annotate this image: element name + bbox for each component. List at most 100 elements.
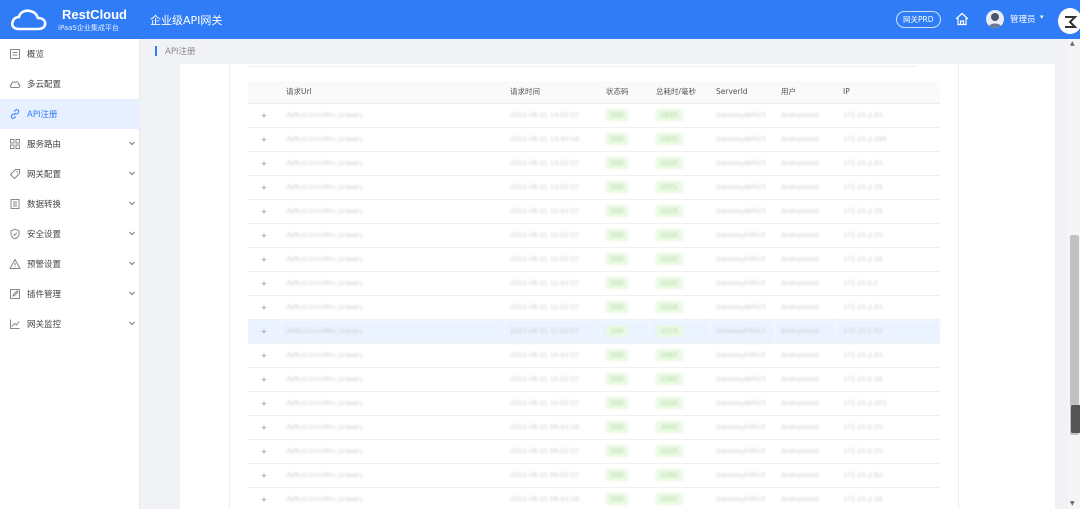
table-row[interactable]: +/leftc/v1/vmfhn_crrpqru 2023-08-31 10:22…: [248, 367, 940, 392]
cell-url: /leftc/v1/vmfhn_crrpqru: [280, 151, 504, 176]
side-drawer-handle[interactable]: [1071, 405, 1080, 433]
grid-icon: [10, 139, 20, 149]
status-badge: 200: [606, 325, 629, 337]
cell-time: 2023-08-31 11:02:57: [504, 319, 600, 344]
column-header-status: 状态码: [600, 81, 650, 104]
sidebar-item-multicloud[interactable]: 多云配置: [0, 69, 140, 99]
expand-row-button[interactable]: +: [248, 103, 280, 128]
avatar[interactable]: [986, 10, 1004, 28]
sidebar-item-api-register[interactable]: API注册: [0, 99, 140, 129]
cell-duration: 2815: [650, 103, 710, 128]
sidebar-item-security[interactable]: 安全设置: [0, 219, 140, 249]
duration-badge: 2124: [656, 301, 683, 313]
cell-serverid: GatewayF0913: [710, 415, 775, 440]
cell-status: 200: [600, 247, 650, 272]
table-row[interactable]: +/leftc/v1/vmfhn_crrpqru 2023-08-31 09:02…: [248, 463, 940, 488]
cell-status: 200: [600, 103, 650, 128]
cell-ip: 172.22.2.39: [837, 175, 940, 200]
table-row[interactable]: +/leftc/v1/vmfhn_crrpqru 2023-08-31 12:42…: [248, 199, 940, 224]
sidebar-item-overview[interactable]: 概览: [0, 39, 140, 69]
breadcrumb-marker: [155, 46, 157, 56]
cell-url: /leftc/v1/vmfhn_crrpqru: [280, 175, 504, 200]
expand-row-button[interactable]: +: [248, 271, 280, 296]
scroll-down-icon[interactable]: ▼: [1070, 500, 1075, 507]
cell-user: Anonymous: [775, 127, 837, 152]
status-badge: 200: [606, 229, 629, 241]
table-row[interactable]: +/leftc/v1/vmfhn_crrpqru 2023-08-31 11:42…: [248, 271, 940, 296]
cell-serverid: GatewayF0913: [710, 439, 775, 464]
cell-ip: 172.22.0.15: [837, 415, 940, 440]
cell-time: 2023-08-31 12:42:57: [504, 199, 600, 224]
duration-badge: 2245: [656, 277, 683, 289]
expand-row-button[interactable]: +: [248, 343, 280, 368]
expand-row-button[interactable]: +: [248, 367, 280, 392]
sidebar-item-service-route[interactable]: 服务路由: [0, 129, 140, 159]
cell-user: Anonymous: [775, 175, 837, 200]
table-row[interactable]: +/leftc/v1/vmfhn_crrpqru 2023-08-31 09:22…: [248, 439, 940, 464]
table-row[interactable]: +/leftc/v1/vmfhn_crrpqru 2023-08-31 10:42…: [248, 343, 940, 368]
sidebar-item-label: 数据转换: [27, 200, 62, 210]
sidebar-item-plugin[interactable]: 插件管理: [0, 279, 140, 309]
cell-status: 200: [600, 487, 650, 509]
breadcrumb-current: API注册: [165, 47, 196, 57]
column-header-url: 请求Url: [280, 81, 504, 104]
table-row[interactable]: +/leftc/v1/vmfhn_crrpqru 2023-08-31 13:40…: [248, 127, 940, 152]
cell-url: /leftc/v1/vmfhn_crrpqru: [280, 127, 504, 152]
table-row[interactable]: +/leftc/v1/vmfhn_crrpqru 2023-08-31 10:02…: [248, 391, 940, 416]
sidebar-item-monitor[interactable]: 网关监控: [0, 309, 140, 339]
column-header-user: 用户: [775, 81, 837, 104]
expand-row-button[interactable]: +: [248, 439, 280, 464]
cell-status: 200: [600, 439, 650, 464]
cell-status: 200: [600, 463, 650, 488]
home-icon[interactable]: [954, 11, 970, 27]
cell-serverid: GatewayF0913: [710, 343, 775, 368]
table-row[interactable]: +/leftc/v1/vmfhn_crrpqru 2023-08-31 09:42…: [248, 415, 940, 440]
table-row[interactable]: +/leftc/v1/vmfhn_crrpqru 2023-08-31 08:42…: [248, 487, 940, 509]
expand-row-button[interactable]: +: [248, 127, 280, 152]
chevron-down-icon: [129, 201, 135, 206]
expand-row-button[interactable]: +: [248, 463, 280, 488]
brand-logo[interactable]: RestCloud iPaaS企业集成平台: [8, 5, 138, 35]
scroll-up-icon[interactable]: ▲: [1070, 40, 1075, 47]
cell-duration: 2122: [650, 247, 710, 272]
table-row[interactable]: +/leftc/v1/vmfhn_crrpqru 2023-08-31 13:02…: [248, 175, 940, 200]
user-menu[interactable]: 管理员: [1010, 13, 1036, 25]
expand-row-button[interactable]: +: [248, 391, 280, 416]
cell-url: /leftc/v1/vmfhn_crrpqru: [280, 223, 504, 248]
table-row[interactable]: +/leftc/v1/vmfhn_crrpqru 2023-08-31 11:22…: [248, 295, 940, 320]
cell-duration: 2153: [650, 151, 710, 176]
expand-row-button[interactable]: +: [248, 175, 280, 200]
sidebar-item-gateway-config[interactable]: 网关配置: [0, 159, 140, 189]
cell-time: 2023-08-31 09:42:58: [504, 415, 600, 440]
table-row[interactable]: +/leftc/v1/vmfhn_crrpqru 2023-08-31 13:22…: [248, 151, 940, 176]
cell-time: 2023-08-31 11:22:57: [504, 295, 600, 320]
expand-row-button[interactable]: +: [248, 223, 280, 248]
expand-row-button[interactable]: +: [248, 151, 280, 176]
table-row[interactable]: +/leftc/v1/vmfhn_crrpqru 2023-08-31 12:02…: [248, 247, 940, 272]
cell-status: 200: [600, 271, 650, 296]
expand-row-button[interactable]: +: [248, 319, 280, 344]
sidebar-item-alert[interactable]: 预警设置: [0, 249, 140, 279]
sidebar-item-data-transform[interactable]: 数据转换: [0, 189, 140, 219]
sidebar-item-label: 插件管理: [27, 290, 62, 300]
duration-badge: 2122: [656, 253, 683, 265]
duration-badge: 2129: [656, 205, 683, 217]
cell-ip: 172.22.2.93: [837, 151, 940, 176]
cell-duration: 2129: [650, 199, 710, 224]
chevron-down-icon[interactable]: ▾: [1040, 13, 1044, 21]
expand-row-button[interactable]: +: [248, 199, 280, 224]
request-log-table: 请求Url 请求时间 状态码 总耗时/毫秒 ServerId 用户 IP +/l…: [248, 81, 940, 509]
column-header-ip: IP: [837, 81, 940, 104]
cell-duration: 2975: [650, 127, 710, 152]
expand-row-button[interactable]: +: [248, 487, 280, 509]
table-row[interactable]: +/leftc/v1/vmfhn_crrpqru 2023-08-31 14:02…: [248, 103, 940, 128]
cell-time: 2023-08-31 13:02:57: [504, 175, 600, 200]
environment-selector[interactable]: 网关PRD: [896, 11, 941, 28]
expand-row-button[interactable]: +: [248, 247, 280, 272]
cell-duration: 2215: [650, 439, 710, 464]
table-row[interactable]: +/leftc/v1/vmfhn_crrpqru 2023-08-31 11:02…: [248, 319, 940, 344]
table-row[interactable]: +/leftc/v1/vmfhn_crrpqru 2023-08-31 12:22…: [248, 223, 940, 248]
expand-row-button[interactable]: +: [248, 415, 280, 440]
cell-status: 200: [600, 175, 650, 200]
expand-row-button[interactable]: +: [248, 295, 280, 320]
